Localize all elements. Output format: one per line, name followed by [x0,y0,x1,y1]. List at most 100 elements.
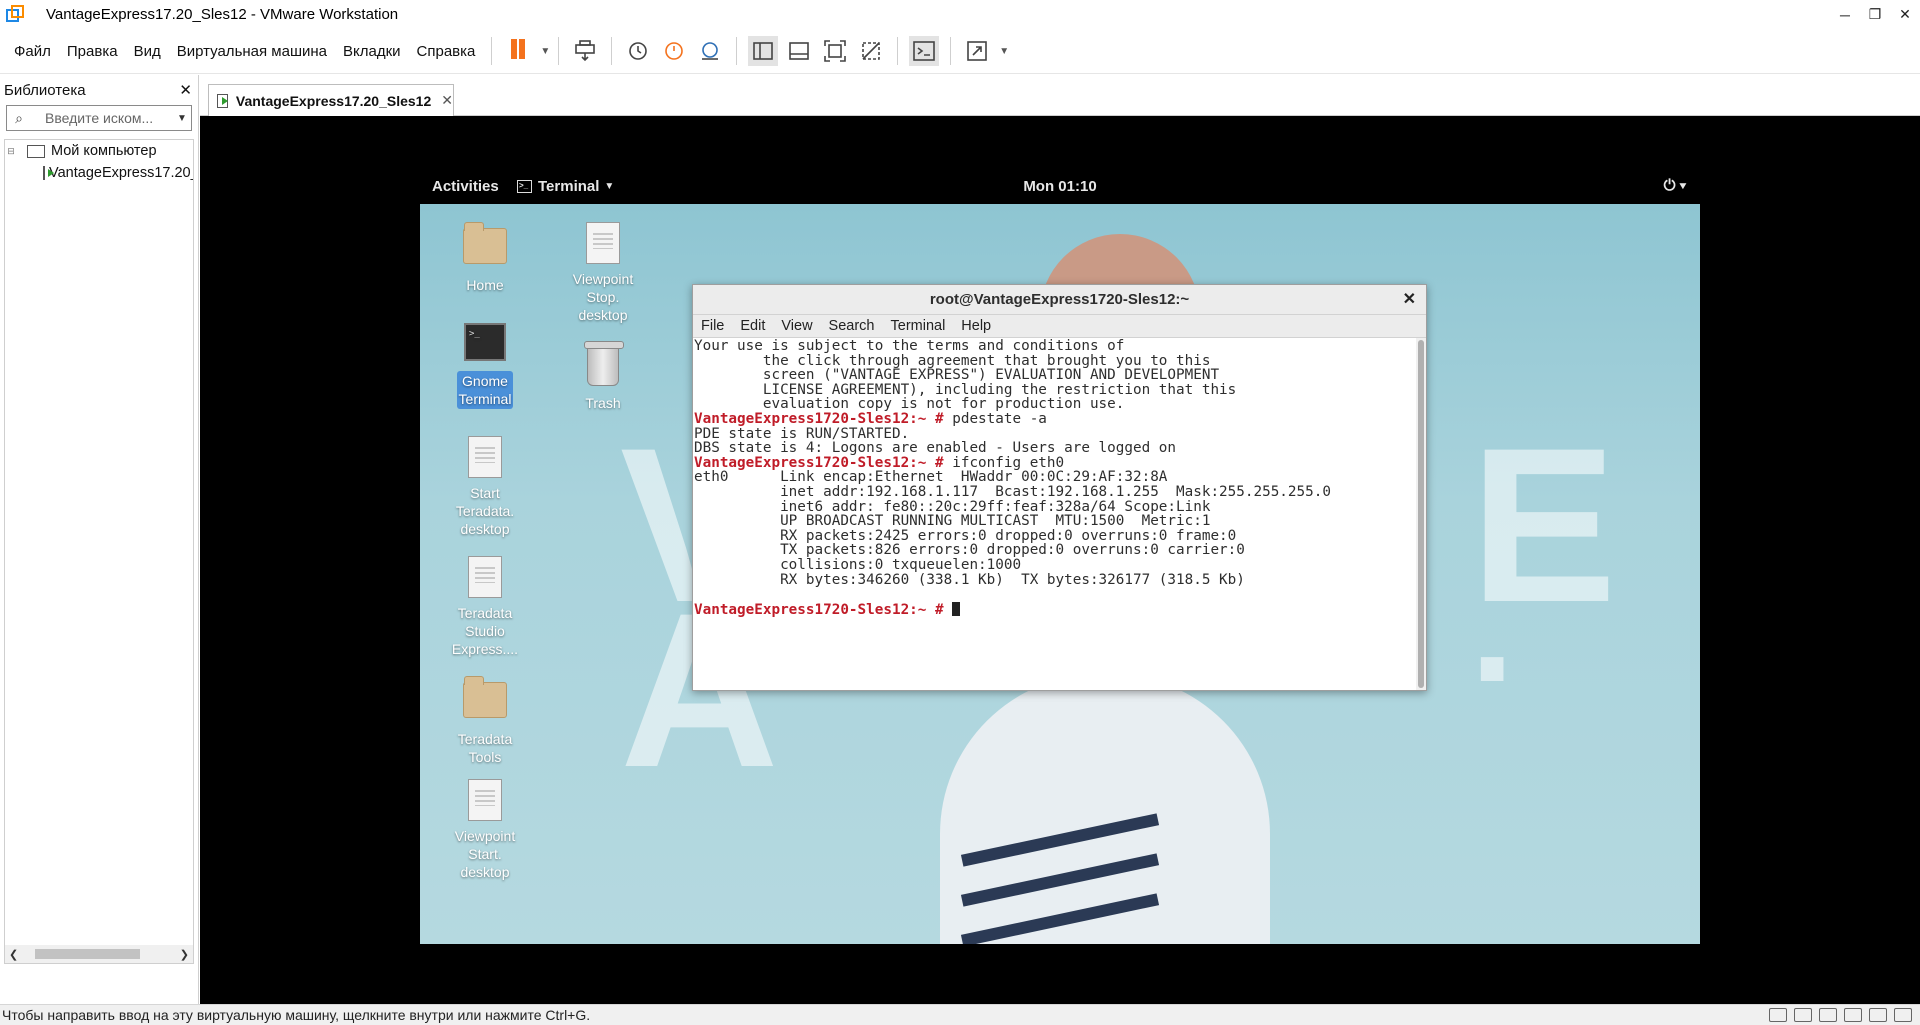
floppy-icon[interactable] [1819,1008,1837,1022]
network-icon[interactable] [1844,1008,1862,1022]
desktop-icon-teradata-tools[interactable]: Teradata Tools [445,676,525,766]
stretch-button[interactable] [962,36,992,66]
terminal-line: DBS state is 4: Logons are enabled - Use… [694,440,1177,457]
library-search-placeholder: Введите иском... [45,110,154,126]
terminal-line: UP BROADCAST RUNNING MULTICAST MTU:1500 … [694,513,1211,530]
terminal-title: root@VantageExpress1720-Sles12:~ [929,291,1190,308]
terminal-titlebar[interactable]: root@VantageExpress1720-Sles12:~ ✕ [693,285,1426,315]
revert-snapshot-button[interactable] [659,36,689,66]
desktop-icon-home[interactable]: Home [445,222,525,294]
fullscreen-button[interactable] [820,36,850,66]
terminal-menu-search[interactable]: Search [821,318,883,334]
terminal-line: PDE state is RUN/STARTED. [694,425,910,442]
terminal-menu-terminal[interactable]: Terminal [883,318,954,334]
window-title: VantageExpress17.20_Sles12 - VMware Work… [46,6,399,23]
thumbnail-bar-button[interactable] [784,36,814,66]
menu-file[interactable]: Файл [6,43,59,60]
snapshot-manager-button[interactable] [695,36,725,66]
desktop-icon-trash[interactable]: Trash [563,341,643,412]
menu-edit[interactable]: Правка [59,43,126,60]
terminal-menu-view[interactable]: View [773,318,820,334]
clock[interactable]: Mon 01:10 [420,178,1700,195]
terminal-menu-file[interactable]: File [693,318,732,334]
terminal-line: Your use is subject to the terms and con… [694,338,1125,354]
document-icon [468,779,502,821]
menu-help[interactable]: Справка [409,43,484,60]
send-ctrl-alt-del-button[interactable] [570,36,600,66]
terminal-window[interactable]: root@VantageExpress1720-Sles12:~ ✕ File … [692,284,1427,691]
scroll-left-icon[interactable]: ❮ [9,948,18,961]
terminal-line: LICENSE AGREEMENT), including the restri… [694,381,1237,398]
toolbar-separator [491,37,493,65]
terminal-command-line: VantageExpress1720-Sles12:~ # ifconfig e… [694,455,1416,471]
snapshot-manager-icon [702,42,719,60]
terminal-menu-edit[interactable]: Edit [732,318,773,334]
desktop-icon-label: Gnome Terminal [456,371,514,409]
power-menu-icon[interactable]: ⏻ ▾ [1664,177,1686,194]
library-horizontal-scrollbar[interactable]: ❮ ❯ [5,945,193,963]
desktop-icon-viewpoint-stop[interactable]: Viewpoint Stop. desktop [563,222,643,324]
terminal-line: inet addr:192.168.1.117 Bcast:192.168.1.… [694,483,1331,500]
menu-view[interactable]: Вид [126,43,169,60]
close-window-button[interactable]: ✕ [1890,0,1920,29]
status-bar: Чтобы направить ввод на эту виртуальную … [0,1004,1920,1025]
desktop-icon-label: Start Teradata. desktop [455,485,515,537]
console-view-icon [913,41,936,61]
document-icon [468,436,502,478]
toolbar-separator [736,37,738,65]
pause-button[interactable] [503,36,533,66]
guest-desktop[interactable]: V A E . Home >_ GnomeTerminal StartTerad… [420,204,1700,944]
terminal-close-button[interactable]: ✕ [1403,285,1416,315]
tree-item-label: VantageExpress17.20_Sles12 [49,165,193,181]
tree-item-vm[interactable]: VantageExpress17.20_Sles12 [5,162,193,184]
message-log-icon[interactable] [1894,1008,1912,1022]
toolbar-separator [897,37,899,65]
menu-vm[interactable]: Виртуальная машина [169,43,335,60]
desktop-icon-teradata-studio[interactable]: Teradata Studio Express.... [445,556,525,658]
snapshot-icon [629,42,648,60]
cd-dvd-icon[interactable] [1794,1008,1812,1022]
desktop-icon-start-teradata[interactable]: Start Teradata. desktop [445,436,525,538]
desktop-icon-label: Teradata Tools [457,731,513,765]
unity-icon [862,42,881,60]
terminal-line: screen ("VANTAGE EXPRESS") EVALUATION AN… [694,367,1220,384]
console-view-button[interactable] [909,36,940,66]
device-status-icons [1769,1008,1912,1022]
toolbar-separator [611,37,613,65]
terminal-menu-help[interactable]: Help [953,318,999,334]
terminal-output[interactable]: Your use is subject to the terms and con… [693,338,1416,690]
scrollbar-thumb[interactable] [1418,340,1424,688]
library-title: Библиотека [4,81,86,99]
desktop-icon-viewpoint-start[interactable]: Viewpoint Start. desktop [445,779,525,881]
restore-button[interactable]: ❐ [1860,0,1890,29]
minimize-button[interactable]: ─ [1830,0,1860,29]
snapshot-button[interactable] [623,36,653,66]
library-close-button[interactable]: ✕ [179,81,192,99]
tree-item-label: Мой компьютер [51,143,157,159]
wallpaper-dot: . [1470,536,1515,715]
terminal-scrollbar[interactable] [1416,338,1426,690]
usb-icon[interactable] [1869,1008,1887,1022]
library-search-input[interactable]: ⌕ Введите иском... ▼ [6,105,192,131]
tab-vm[interactable]: VantageExpress17.20_Sles12 ✕ [208,84,454,116]
stretch-dropdown-icon[interactable]: ▼ [999,46,1009,57]
scroll-right-icon[interactable]: ❯ [180,948,189,961]
command-text: pdestate -a [943,410,1047,427]
vm-console[interactable]: Activities >_ Terminal ▼ Mon 01:10 ⏻ ▾ V… [200,116,1920,1004]
tree-item-my-computer[interactable]: ⊟ Мой компьютер [5,140,193,162]
shell-prompt: VantageExpress1720-Sles12:~ # [694,410,944,427]
tab-close-button[interactable]: ✕ [441,92,453,109]
hard-disk-icon[interactable] [1769,1008,1787,1022]
unity-button[interactable] [856,36,886,66]
library-view-button[interactable] [748,36,779,66]
shell-prompt: VantageExpress1720-Sles12:~ # [694,601,944,618]
home-folder-icon [463,222,507,264]
tree-collapse-icon[interactable]: ⊟ [5,146,17,157]
search-dropdown-icon[interactable]: ▼ [173,113,191,124]
pause-dropdown-icon[interactable]: ▼ [540,46,550,57]
menu-tabs[interactable]: Вкладки [335,43,409,60]
desktop-icon-gnome-terminal[interactable]: >_ Gnome Terminal [445,319,525,409]
terminal-active-line[interactable]: VantageExpress1720-Sles12:~ # [694,601,1416,618]
document-icon [586,222,620,264]
scrollbar-thumb[interactable] [35,949,140,959]
